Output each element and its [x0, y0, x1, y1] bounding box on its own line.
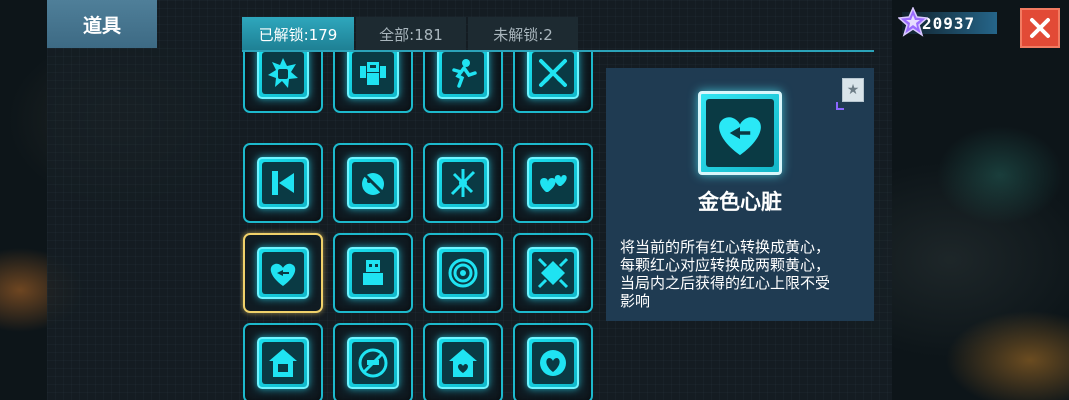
scatter-arrows-icon [437, 157, 489, 209]
item-slot[interactable] [513, 52, 593, 113]
item-detail-panel: ★ 金色心脏 将当前的所有红心转换成黄心， 每颗红心对应转换成两颗黄心， 当局内… [606, 68, 874, 321]
ball-bat-icon [347, 157, 399, 209]
diamond-arrows-icon [527, 247, 579, 299]
muscle-robot-icon [347, 52, 399, 99]
item-slot[interactable] [243, 323, 323, 400]
shield-heart-icon [527, 337, 579, 389]
robot-block-icon [347, 247, 399, 299]
description-line: 影响 [620, 292, 651, 310]
hearts-icon [527, 157, 579, 209]
description-line: 将当前的所有红心转换成黄心， [620, 238, 831, 256]
no-entry-pistol-icon [347, 337, 399, 389]
item-slot[interactable] [243, 143, 323, 223]
golden-heart-icon [698, 91, 782, 175]
crossed-swords-icon [527, 52, 579, 99]
filter-tabs: 已解锁:179 全部:181 未解锁:2 [242, 17, 580, 51]
target-rings-icon [437, 247, 489, 299]
item-slot[interactable] [423, 143, 503, 223]
arrow-flag-icon [257, 157, 309, 209]
close-icon [1030, 18, 1050, 38]
tab-locked[interactable]: 未解锁:2 [468, 17, 578, 51]
corner-mark [836, 102, 844, 110]
tab-all[interactable]: 全部:181 [356, 17, 466, 51]
item-grid[interactable] [240, 52, 598, 400]
purple-star-icon [898, 7, 928, 37]
description-line: 每颗红心对应转换成两颗黄心， [620, 256, 831, 274]
item-slot-selected[interactable] [243, 233, 323, 313]
item-slot[interactable] [423, 323, 503, 400]
item-slot[interactable] [423, 52, 503, 113]
item-description: 将当前的所有红心转换成黄心， 每颗红心对应转换成两颗黄心， 当局内之后获得的红心… [620, 238, 865, 310]
currency-value: 20937 [922, 13, 976, 33]
running-man-icon [437, 52, 489, 99]
item-slot[interactable] [333, 323, 413, 400]
currency-display: 20937 [898, 7, 997, 37]
star-badge-icon[interactable]: ★ [842, 78, 864, 102]
item-name: 金色心脏 [698, 190, 782, 214]
item-slot[interactable] [513, 233, 593, 313]
item-slot[interactable] [243, 52, 323, 113]
item-slot[interactable] [333, 233, 413, 313]
item-slot[interactable] [333, 52, 413, 113]
tab-unlocked[interactable]: 已解锁:179 [242, 17, 354, 51]
golden-heart-icon [257, 247, 309, 299]
fist-burst-icon [257, 52, 309, 99]
house-robot-icon [257, 337, 309, 389]
close-button[interactable] [1020, 8, 1060, 48]
item-slot[interactable] [423, 233, 503, 313]
house-heart-icon [437, 337, 489, 389]
item-slot[interactable] [333, 143, 413, 223]
page-title: 道具 [47, 0, 157, 48]
item-slot[interactable] [513, 323, 593, 400]
description-line: 当局内之后获得的红心上限不受 [620, 274, 831, 292]
item-slot[interactable] [513, 143, 593, 223]
